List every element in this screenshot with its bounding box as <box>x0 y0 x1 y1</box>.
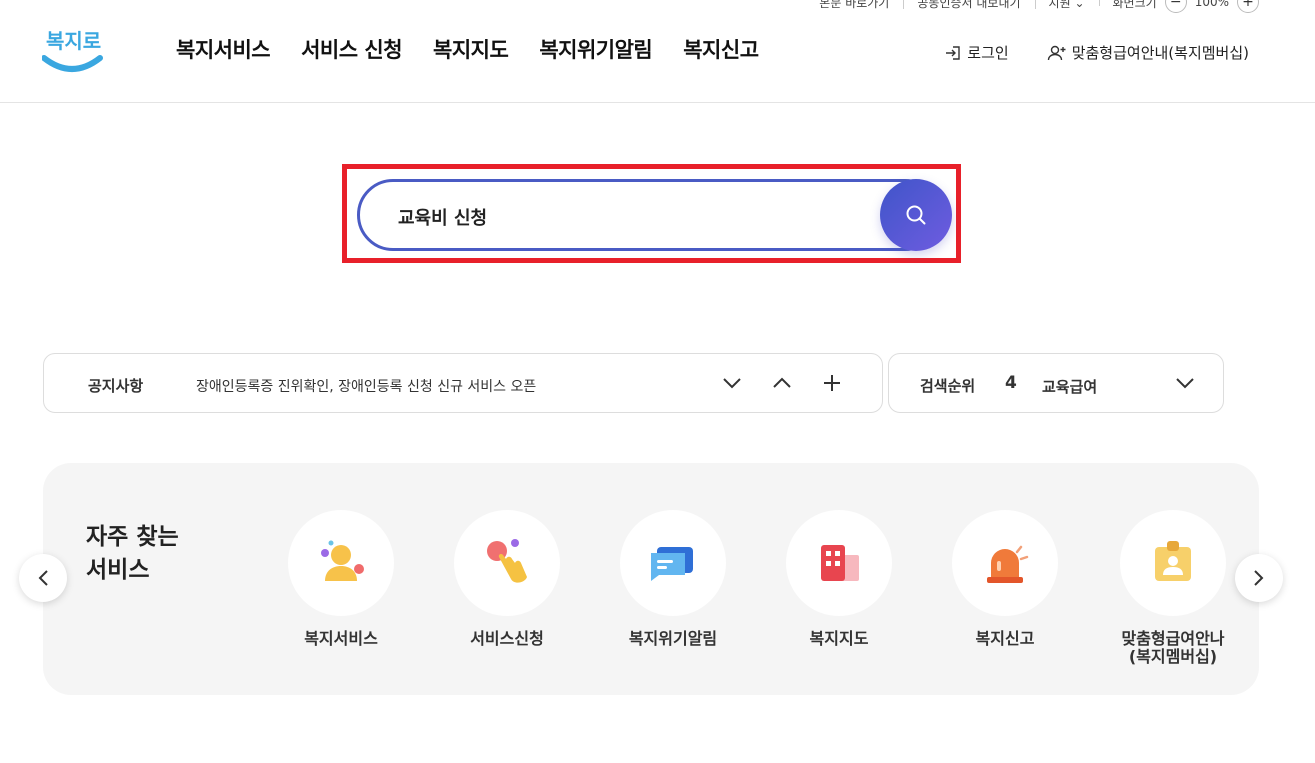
service-item-welfare-report[interactable]: 복지신고 <box>952 510 1058 648</box>
nav-crisis-alert[interactable]: 복지위기알림 <box>539 34 652 64</box>
svg-text:복지로: 복지로 <box>46 29 101 53</box>
search-button[interactable] <box>880 179 952 251</box>
chevron-left-icon <box>38 570 48 586</box>
search-icon <box>906 205 926 225</box>
building-icon <box>786 510 892 616</box>
message-icon <box>620 510 726 616</box>
chevron-up-icon <box>773 377 791 388</box>
person-icon <box>288 510 394 616</box>
person-add-icon <box>1047 45 1066 60</box>
login-link[interactable]: 로그인 <box>944 42 1009 63</box>
search-input[interactable]: 교육비 신청 <box>357 179 941 251</box>
membership-link[interactable]: 맞춤형급여안내(복지멤버십) <box>1047 42 1249 63</box>
ranking-keyword[interactable]: 교육급여 <box>1042 376 1097 397</box>
service-item-apply[interactable]: 서비스신청 <box>454 510 560 648</box>
title-line-2: 서비스 <box>86 557 150 583</box>
search-query: 교육비 신청 <box>398 208 488 229</box>
ranking-expand-button[interactable] <box>1173 371 1197 395</box>
carousel-next-button[interactable] <box>1235 554 1283 602</box>
notice-label: 공지사항 <box>88 377 144 395</box>
notice-more-button[interactable] <box>820 371 844 395</box>
notice-bar: 공지사항 장애인등록증 진위확인, 장애인등록 신청 신규 서비스 오픈 <box>43 353 883 413</box>
site-logo[interactable]: 복지로 <box>41 22 104 76</box>
ranking-label: 검색순위 <box>920 377 976 395</box>
service-item-membership[interactable]: 맞춤형급여안나 (복지멤버십) <box>1118 510 1228 666</box>
frequent-services-panel: 자주 찾는 서비스 복지서비스 서비스신청 복지위기알림 복지지도 복지신고 맞… <box>43 463 1259 695</box>
service-item-crisis-alert[interactable]: 복지위기알림 <box>620 510 726 648</box>
search-ranking: 검색순위 4 교육급여 <box>888 353 1224 413</box>
nav-welfare-report[interactable]: 복지신고 <box>683 34 759 64</box>
carousel-prev-button[interactable] <box>19 554 67 602</box>
service-label: 복지위기알림 <box>628 629 718 648</box>
service-label: 복지지도 <box>809 629 869 648</box>
membership-label: 맞춤형급여안내(복지멤버십) <box>1071 44 1249 62</box>
site-header: 복지로 복지서비스 서비스 신청 복지지도 복지위기알림 복지신고 로그인 맞춤… <box>0 0 1315 103</box>
frequent-services-title: 자주 찾는 서비스 <box>86 521 179 587</box>
notice-prev-button[interactable] <box>770 371 794 395</box>
service-item-welfare-map[interactable]: 복지지도 <box>786 510 892 648</box>
notice-next-button[interactable] <box>720 371 744 395</box>
service-label: 복지신고 <box>975 629 1035 648</box>
notice-controls <box>720 371 844 395</box>
member-menu: 로그인 맞춤형급여안내(복지멤버십) <box>944 42 1249 63</box>
ranking-number: 4 <box>1005 373 1017 393</box>
hand-tap-icon <box>454 510 560 616</box>
nav-welfare-services[interactable]: 복지서비스 <box>176 34 271 64</box>
nav-welfare-map[interactable]: 복지지도 <box>433 34 509 64</box>
title-line-1: 자주 찾는 <box>86 524 179 550</box>
search-highlight-frame: 교육비 신청 <box>342 164 961 263</box>
login-label: 로그인 <box>967 44 1009 62</box>
siren-icon <box>952 510 1058 616</box>
chevron-down-icon <box>723 378 741 389</box>
service-item-welfare[interactable]: 복지서비스 <box>288 510 394 648</box>
login-icon <box>946 45 960 60</box>
service-label: 맞춤형급여안나 <box>1121 629 1225 648</box>
service-label: 복지서비스 <box>304 629 378 648</box>
nav-service-application[interactable]: 서비스 신청 <box>301 34 402 64</box>
service-label: 서비스신청 <box>470 629 544 648</box>
service-label-line-2: (복지멤버십) <box>1128 647 1218 666</box>
id-badge-icon <box>1120 510 1226 616</box>
plus-icon <box>824 375 840 391</box>
notice-text[interactable]: 장애인등록증 진위확인, 장애인등록 신청 신규 서비스 오픈 <box>196 376 536 396</box>
chevron-right-icon <box>1254 570 1264 586</box>
main-navigation: 복지서비스 서비스 신청 복지지도 복지위기알림 복지신고 <box>176 34 759 64</box>
chevron-down-icon <box>1176 378 1194 389</box>
